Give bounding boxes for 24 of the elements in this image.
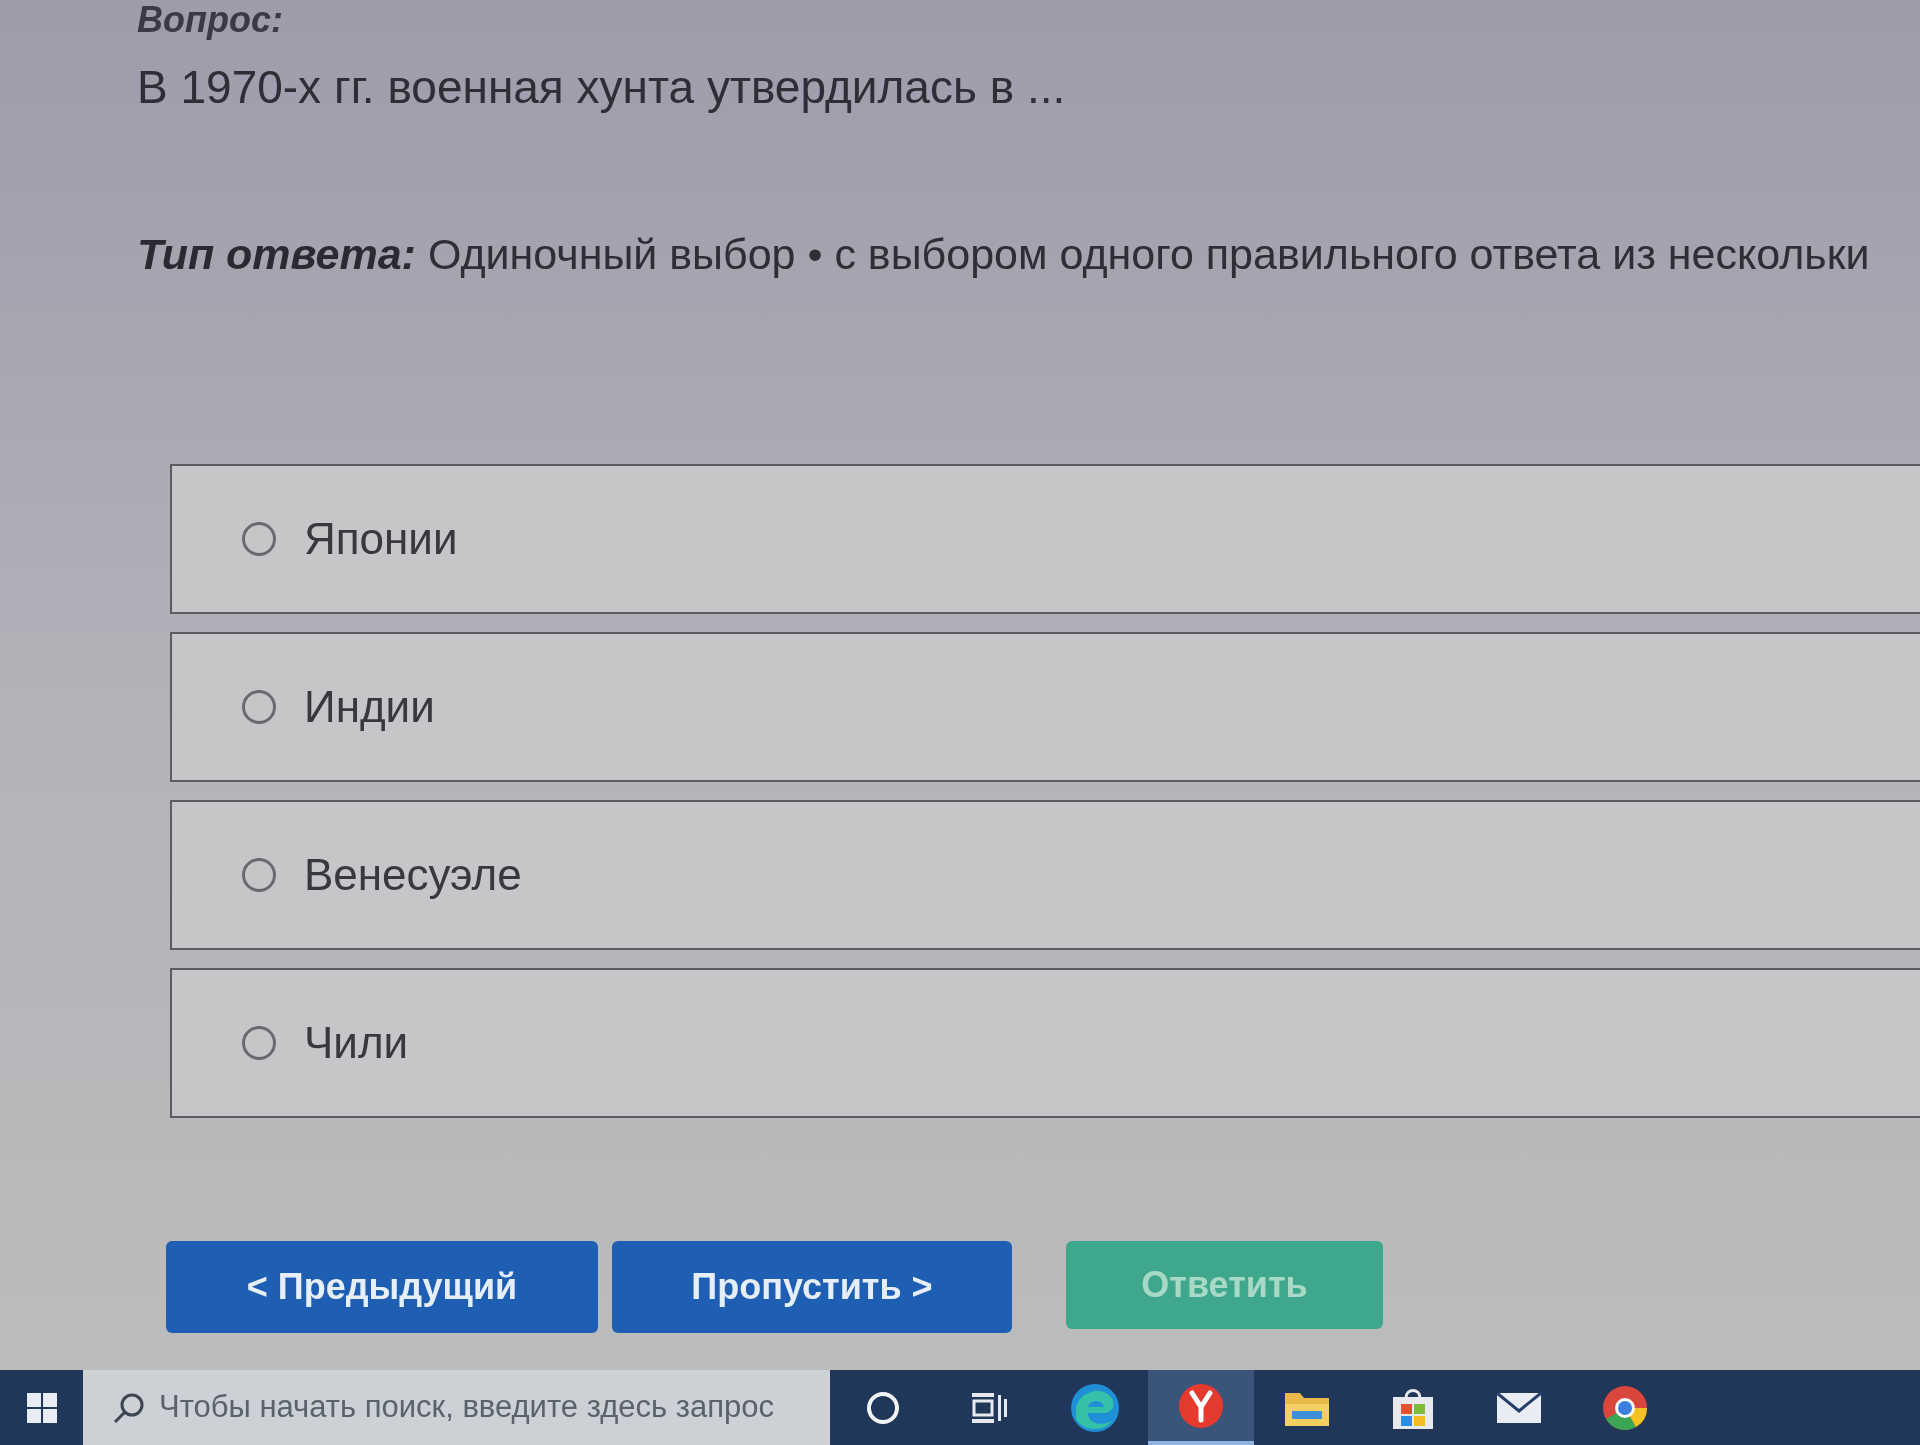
nav-button[interactable]: < Предыдущий [166, 1241, 598, 1333]
radio-button[interactable] [242, 858, 276, 892]
nav-button[interactable]: Пропустить > [612, 1241, 1012, 1333]
radio-button[interactable] [242, 1026, 276, 1060]
wheel-logo-icon [1602, 1384, 1648, 1431]
option-label: Индии [304, 681, 435, 733]
windows-logo-icon [26, 1392, 57, 1423]
search-field[interactable]: Чтобы начать поиск, введите здесь запрос [83, 1370, 830, 1445]
taskbar-app[interactable] [1148, 1370, 1254, 1445]
option-label: Японии [304, 513, 458, 565]
search-icon [113, 1391, 145, 1424]
radio-button[interactable] [242, 690, 276, 724]
ring-icon [865, 1389, 901, 1426]
answer-type-label: Тип ответа: [137, 229, 416, 280]
question-heading: Вопрос: [137, 0, 283, 40]
option-label: Венесуэле [304, 849, 522, 901]
radio-button[interactable] [242, 522, 276, 556]
swirl-logo-icon [1070, 1382, 1120, 1433]
option-label: Чили [304, 1017, 409, 1069]
envelope-icon [1496, 1391, 1542, 1424]
question-text: В 1970-х гг. военная хунта утвердилась в ... [137, 60, 1066, 114]
letter-logo-icon [1178, 1382, 1224, 1429]
answer-type-value: Одиночный выбор • с выбором одного правильного ответа из нескольки [427, 229, 1870, 280]
task-view-icon [970, 1390, 1008, 1425]
